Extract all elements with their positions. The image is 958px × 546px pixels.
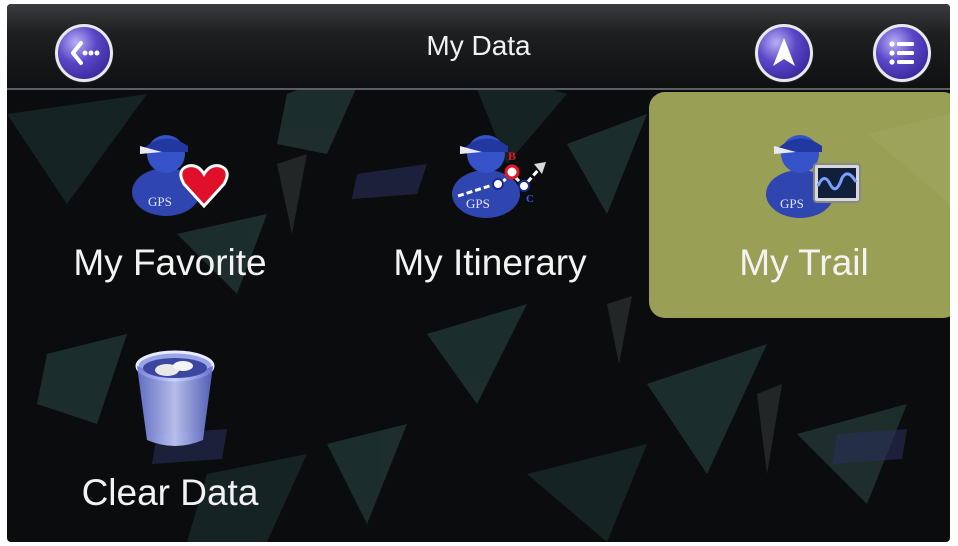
list-menu-icon [889, 41, 914, 65]
my-trail-label: My Trail [739, 242, 869, 283]
back-arrow-icon [71, 41, 100, 65]
my-itinerary-label: My Itinerary [393, 242, 587, 283]
gps-user-trail-icon: GPS [766, 135, 861, 218]
navigation-button[interactable] [755, 24, 813, 82]
menu-button[interactable] [873, 24, 931, 82]
screen: My Data GPS My Favorite GPS B C My Itine… [7, 4, 950, 542]
clear-data-label: Clear Data [81, 472, 259, 513]
trash-bin-icon [135, 350, 215, 446]
clear-data-tile[interactable]: Clear Data [15, 322, 325, 542]
svg-text:C: C [526, 193, 534, 205]
svg-text:GPS: GPS [780, 196, 804, 211]
svg-text:GPS: GPS [466, 196, 490, 211]
title-bar: My Data [7, 4, 950, 90]
my-itinerary-tile[interactable]: GPS B C My Itinerary [335, 92, 645, 318]
svg-text:GPS: GPS [148, 194, 172, 209]
navigation-arrow-icon [773, 38, 795, 66]
svg-text:B: B [508, 149, 516, 163]
gps-user-route-icon: GPS B C [452, 135, 546, 218]
my-trail-tile[interactable]: GPS My Trail [649, 92, 950, 318]
gps-user-heart-icon: GPS [132, 135, 229, 216]
back-button[interactable] [55, 24, 113, 82]
my-favorite-tile[interactable]: GPS My Favorite [15, 92, 325, 318]
my-favorite-label: My Favorite [73, 242, 267, 283]
